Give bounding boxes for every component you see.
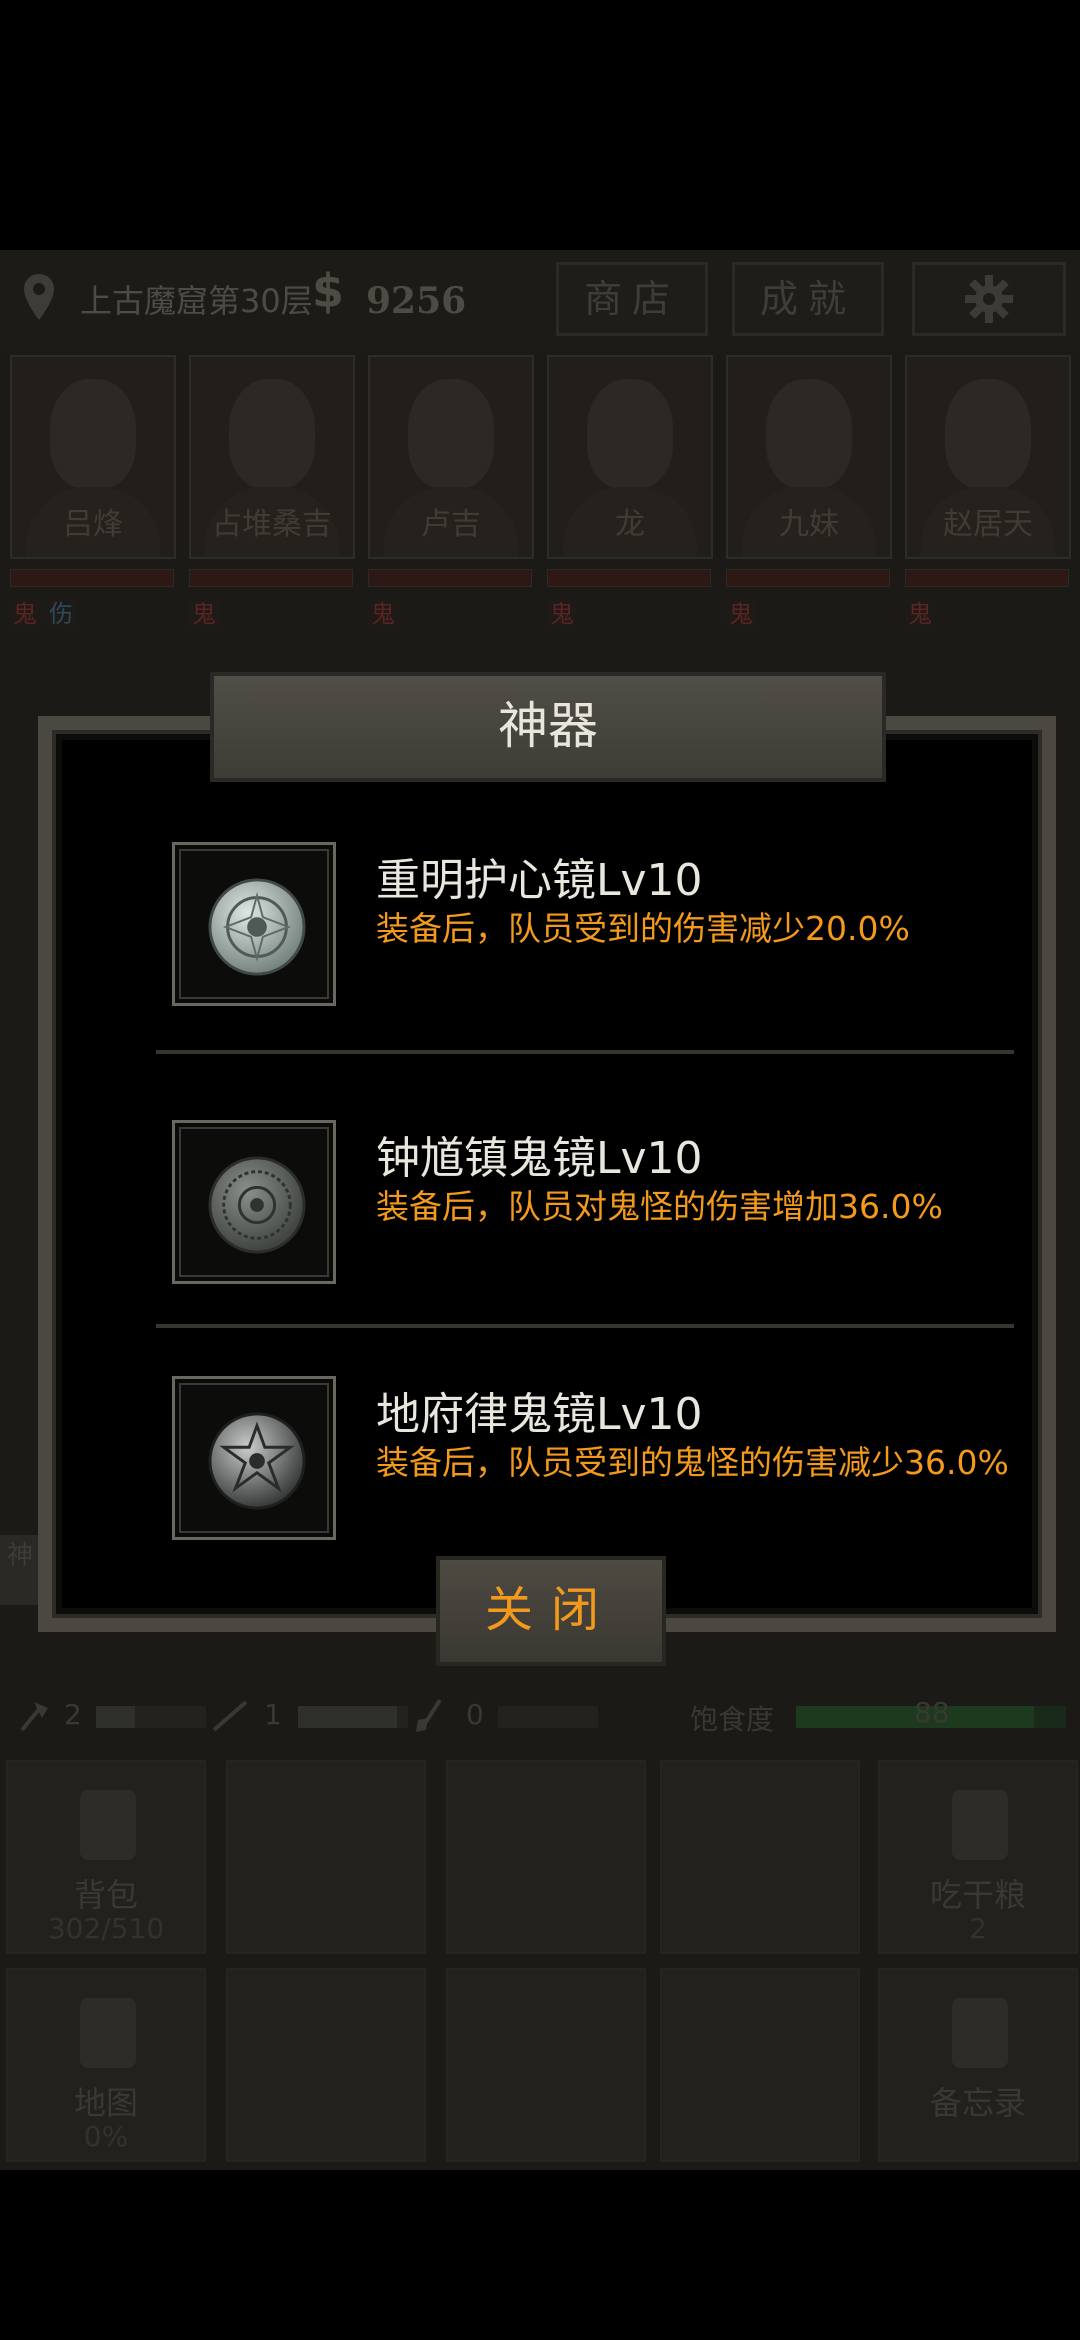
status-tag: 鬼 <box>10 599 40 629</box>
mirror-icon <box>208 1156 306 1254</box>
axe-count: 2 <box>64 1698 82 1731</box>
resource-bar: 2 1 0 饱食度 88 <box>0 1680 1080 1750</box>
artifact-desc: 装备后，队员受到的伤害减少20.0% <box>376 909 910 948</box>
status-tag: 鬼 <box>726 599 756 629</box>
location-pin-icon <box>24 274 54 320</box>
artifact-item[interactable]: 重明护心镜Lv10 装备后，队员受到的伤害减少20.0% <box>172 842 1032 1012</box>
artifact-icon-frame <box>172 1376 336 1540</box>
character-name: 占堆桑吉 <box>212 507 332 542</box>
health-bar <box>726 569 890 587</box>
artifact-name: 重明护心镜Lv10 <box>376 855 703 906</box>
move-down-button[interactable] <box>446 1968 646 2162</box>
character-card[interactable]: 龙 鬼 <box>547 355 713 633</box>
backpack-button[interactable]: 背包 302/510 <box>6 1760 206 1954</box>
satiety-label: 饱食度 <box>690 1703 775 1736</box>
artifact-desc: 装备后，队员受到的鬼怪的伤害减少36.0% <box>376 1443 1009 1482</box>
character-name: 龙 <box>615 507 645 542</box>
character-portrait: 吕烽 <box>10 355 176 559</box>
divider <box>156 1050 1014 1054</box>
character-name: 卢吉 <box>421 507 481 542</box>
memo-label: 备忘录 <box>929 2084 1026 2122</box>
character-portrait: 赵居天 <box>905 355 1071 559</box>
character-card[interactable]: 占堆桑吉 鬼 <box>189 355 355 633</box>
character-portrait: 卢吉 <box>368 355 534 559</box>
backpack-icon <box>80 1790 136 1860</box>
artifact-icon-frame <box>172 1120 336 1284</box>
status-tag: 伤 <box>46 599 76 629</box>
location-text: 上古魔窟第30层 <box>80 282 313 320</box>
status-tag: 鬼 <box>189 599 219 629</box>
character-portrait: 九妹 <box>726 355 892 559</box>
status-tag: 鬼 <box>905 599 935 629</box>
achievements-button[interactable]: 成就 <box>732 262 884 336</box>
memo-button[interactable]: 备忘录 <box>878 1968 1078 2162</box>
eat-rations-button[interactable]: 吃干粮 2 <box>878 1760 1078 1954</box>
money-amount: 9256 <box>366 280 467 322</box>
status-tag: 鬼 <box>547 599 577 629</box>
backpack-label: 背包 <box>73 1876 138 1914</box>
character-roster: 吕烽 鬼伤 占堆桑吉 鬼 卢吉 鬼 龙 鬼 九妹 鬼 赵居天 鬼 <box>0 355 1080 655</box>
mirror-icon <box>208 878 306 976</box>
rations-count: 2 <box>969 1912 987 1945</box>
dialog-title: 神器 <box>210 672 886 782</box>
artifacts-dialog: 重明护心镜Lv10 装备后，队员受到的伤害减少20.0% 钟馗镇鬼镜Lv10 装… <box>38 716 1056 1632</box>
artifact-item[interactable]: 钟馗镇鬼镜Lv10 装备后，队员对鬼怪的伤害增加36.0% <box>172 1120 1032 1290</box>
mirror-icon <box>208 1412 306 1510</box>
health-bar <box>189 569 353 587</box>
shovel-count: 0 <box>466 1698 484 1731</box>
close-button[interactable]: 关闭 <box>436 1556 666 1666</box>
character-name: 赵居天 <box>943 507 1033 542</box>
artifact-desc: 装备后，队员对鬼怪的伤害增加36.0% <box>376 1187 943 1226</box>
grid-cell[interactable] <box>226 1760 426 1954</box>
stick-icon <box>212 1700 248 1732</box>
axe-durability <box>96 1706 206 1728</box>
move-right-button[interactable] <box>660 1968 860 2162</box>
divider <box>156 1324 1014 1328</box>
ration-bag-icon <box>952 1790 1008 1860</box>
side-artifact-chip[interactable]: 神 <box>0 1535 40 1605</box>
artifact-item[interactable]: 地府律鬼镜Lv10 装备后，队员受到的鬼怪的伤害减少36.0% <box>172 1376 1032 1546</box>
eat-rations-label: 吃干粮 <box>929 1876 1026 1914</box>
money-icon: $ <box>312 264 345 318</box>
health-bar <box>905 569 1069 587</box>
stick-count: 1 <box>264 1698 282 1731</box>
character-card[interactable]: 卢吉 鬼 <box>368 355 534 633</box>
stick-durability <box>298 1706 408 1728</box>
artifact-name: 钟馗镇鬼镜Lv10 <box>376 1133 703 1184</box>
character-card[interactable]: 九妹 鬼 <box>726 355 892 633</box>
gear-icon <box>965 275 1013 323</box>
action-grid: 背包 302/510 吃干粮 2 地图 0% 备忘录 <box>0 1760 1080 2162</box>
artifact-name: 地府律鬼镜Lv10 <box>376 1389 703 1440</box>
artifact-icon-frame <box>172 842 336 1006</box>
shop-button[interactable]: 商店 <box>556 262 708 336</box>
settings-button[interactable] <box>912 262 1066 336</box>
satiety-value: 88 <box>914 1696 950 1729</box>
shovel-durability <box>498 1706 598 1728</box>
character-card[interactable]: 吕烽 鬼伤 <box>10 355 176 633</box>
backpack-count: 302/510 <box>47 1912 165 1945</box>
memo-icon <box>952 1998 1008 2068</box>
map-button[interactable]: 地图 0% <box>6 1968 206 2162</box>
health-bar <box>368 569 532 587</box>
map-label: 地图 <box>73 2084 138 2122</box>
character-card[interactable]: 赵居天 鬼 <box>905 355 1071 633</box>
health-bar <box>547 569 711 587</box>
map-progress: 0% <box>83 2120 129 2153</box>
grid-cell[interactable] <box>446 1760 646 1954</box>
character-name: 吕烽 <box>63 507 123 542</box>
map-icon <box>80 1998 136 2068</box>
top-bar: 上古魔窟第30层 $ 9256 商店 成就 <box>0 250 1080 350</box>
grid-cell[interactable] <box>660 1760 860 1954</box>
shovel-icon <box>416 1698 442 1732</box>
health-bar <box>10 569 174 587</box>
character-name: 九妹 <box>779 507 839 542</box>
axe-icon <box>20 1702 48 1732</box>
status-tag: 鬼 <box>368 599 398 629</box>
move-left-button[interactable] <box>226 1968 426 2162</box>
character-portrait: 龙 <box>547 355 713 559</box>
character-portrait: 占堆桑吉 <box>189 355 355 559</box>
